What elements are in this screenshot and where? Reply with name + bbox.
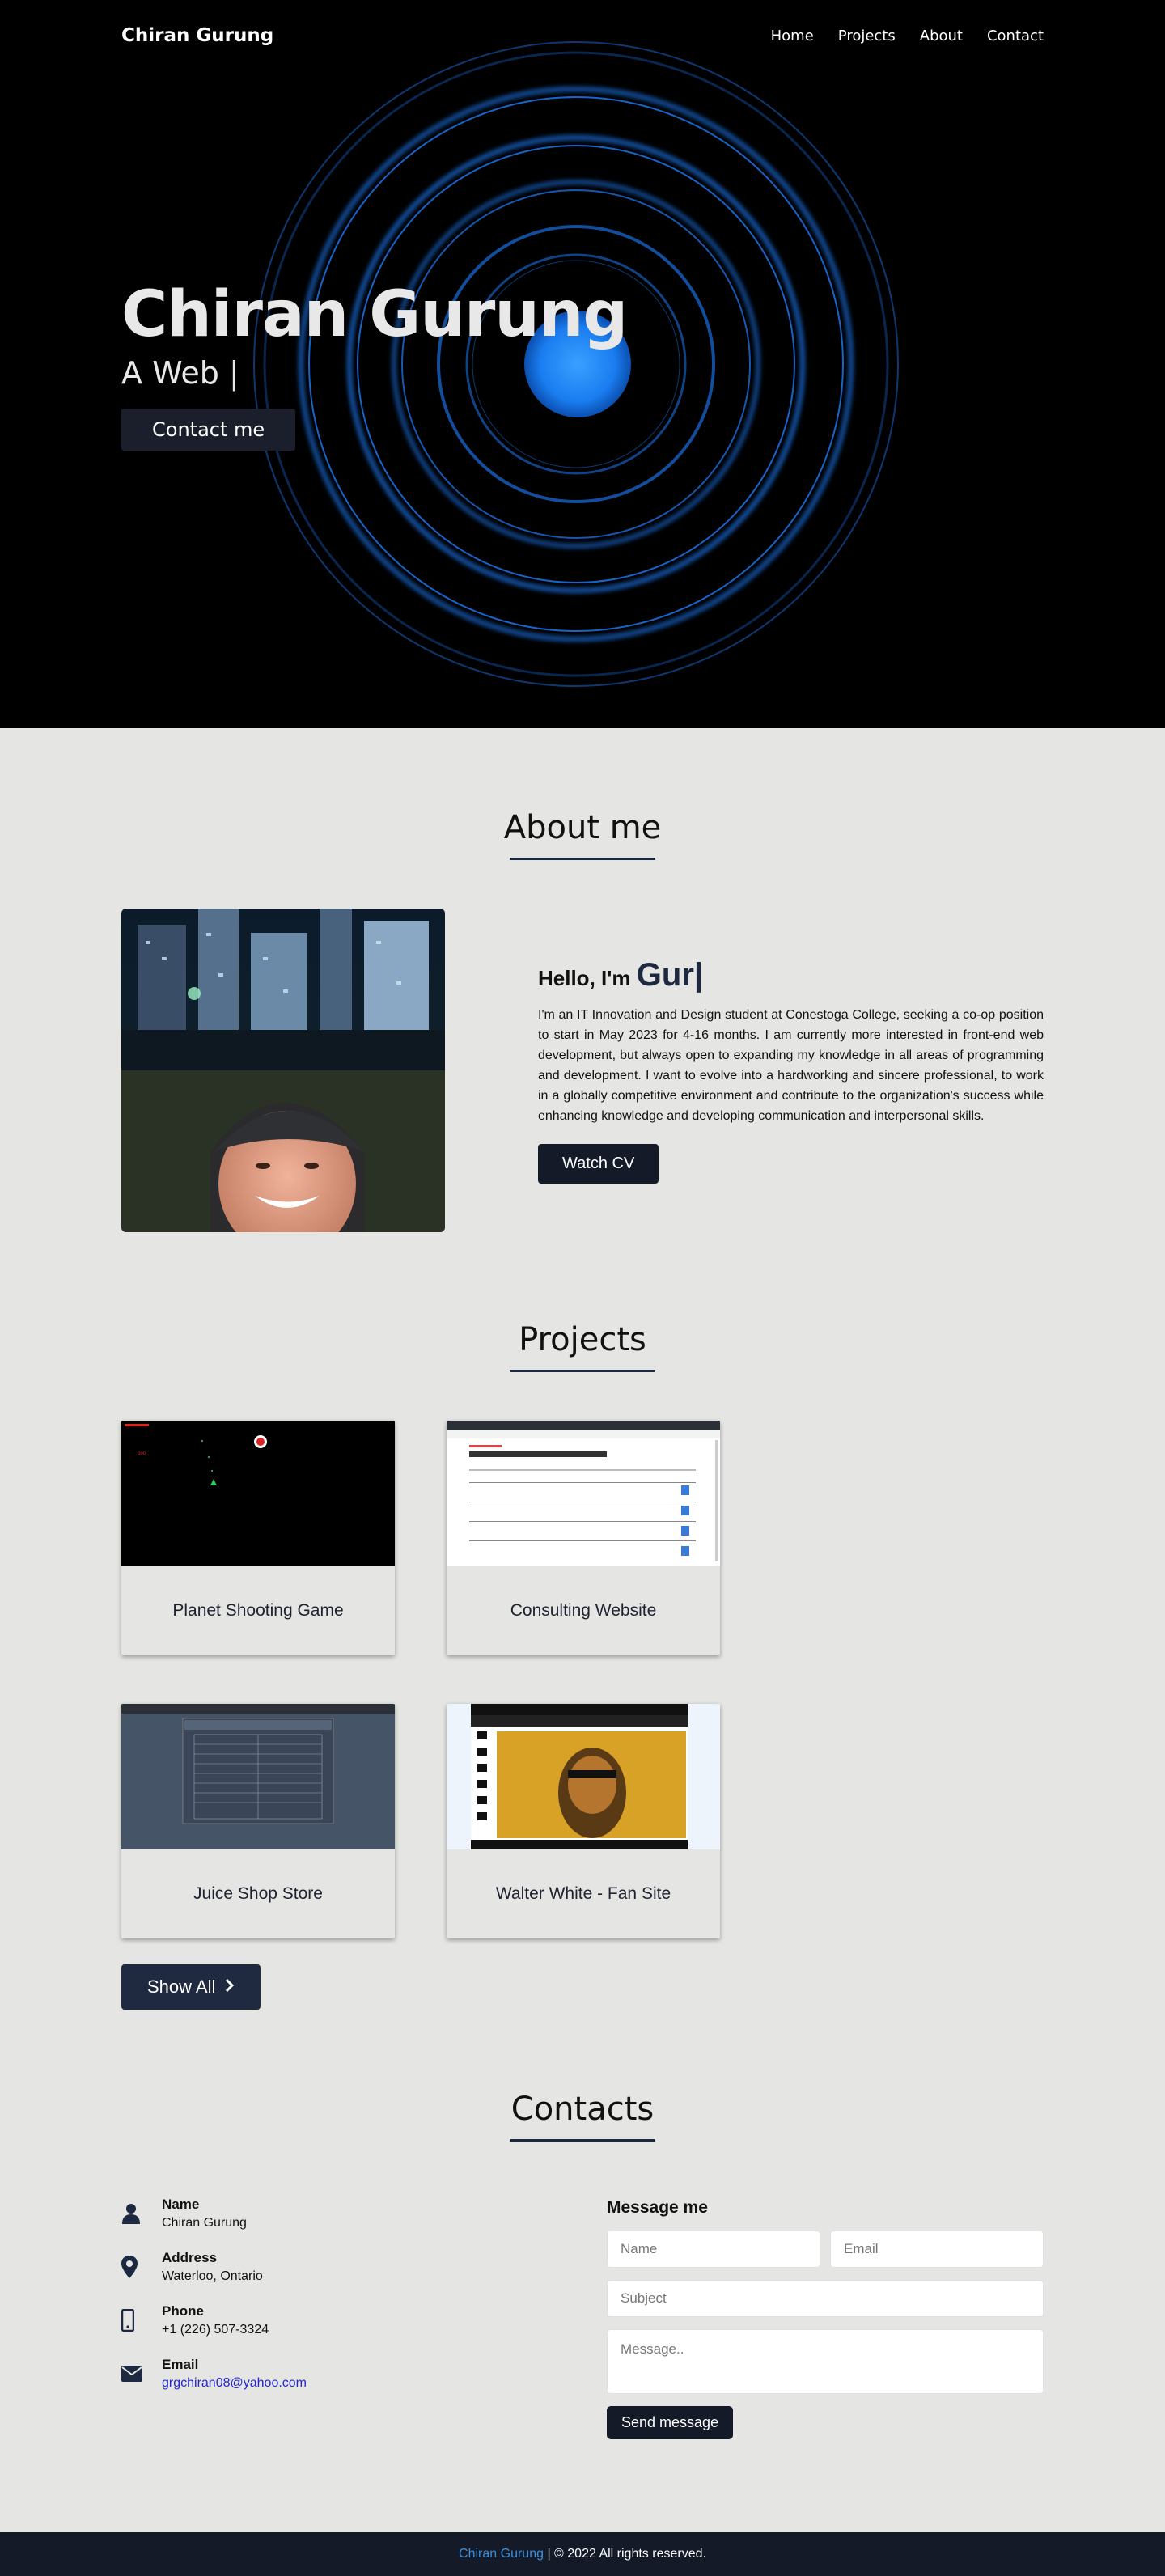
contact-value: Waterloo, Ontario: [162, 2269, 263, 2283]
contact-value: Chiran Gurung: [162, 2216, 247, 2230]
form-heading: Message me: [607, 2198, 708, 2217]
chevron-right-icon: [225, 1976, 235, 1998]
hero-title: Chiran Gurung: [121, 278, 628, 351]
contacts-title: Contacts: [510, 2091, 655, 2128]
project-card[interactable]: Walter White - Fan Site: [447, 1704, 720, 1938]
project-cards: ooo Planet Shooting Game Consulting Webs…: [121, 1421, 1044, 1938]
subject-input[interactable]: Subject: [607, 2280, 1044, 2317]
email-input[interactable]: Email: [830, 2231, 1044, 2268]
hero-subtitle: A Web |: [121, 355, 239, 391]
hello-heading: Hello, I'm Gur|: [538, 957, 1044, 994]
message-form: Message me Name Email Subject Message.. …: [607, 2198, 1044, 2439]
project-title: Consulting Website: [510, 1601, 657, 1620]
contact-item-name: Name Chiran Gurung: [121, 2197, 607, 2230]
hello-typed-name: Gur|: [636, 957, 704, 993]
nav-link-projects[interactable]: Projects: [838, 28, 896, 44]
contact-item-address: Address Waterloo, Ontario: [121, 2250, 607, 2283]
contact-info: Name Chiran Gurung Address Waterloo, Ont…: [121, 2197, 607, 2439]
nav-link-contact[interactable]: Contact: [987, 28, 1044, 44]
projects-title: Projects: [519, 1321, 646, 1358]
contact-label: Phone: [162, 2303, 204, 2319]
project-title: Walter White - Fan Site: [495, 1884, 671, 1903]
project-thumbnail: ooo: [121, 1421, 395, 1566]
hello-prefix: Hello, I'm: [538, 966, 631, 990]
contact-item-phone: Phone +1 (226) 507-3324: [121, 2303, 607, 2337]
contacts-section: Contacts Name Chiran Gurung Address Wate…: [0, 2010, 1165, 2439]
nav-links: Home Projects About Contact: [771, 28, 1044, 44]
nav-link-home[interactable]: Home: [771, 28, 814, 44]
phone-icon: [121, 2309, 162, 2332]
project-thumbnail: [447, 1421, 720, 1566]
title-underline: [510, 858, 655, 860]
about-paragraph: I'm an IT Innovation and Design student …: [538, 1008, 1044, 1123]
title-underline: [510, 1370, 655, 1372]
envelope-icon: [121, 2366, 162, 2382]
show-all-button[interactable]: Show All: [121, 1964, 261, 2010]
project-thumbnail: [447, 1704, 720, 1849]
projects-section: Projects ooo Planet Shooting Game Consul…: [0, 1232, 1165, 2010]
message-textarea[interactable]: Message..: [607, 2329, 1044, 2394]
project-card[interactable]: Juice Shop Store: [121, 1704, 395, 1938]
footer-name-link[interactable]: Chiran Gurung: [459, 2547, 544, 2561]
hero-text: Chiran Gurung A Web | Contact me: [121, 278, 628, 451]
profile-photo: [121, 909, 445, 1232]
contact-label: Name: [162, 2197, 200, 2212]
project-title: Juice Shop Store: [193, 1884, 323, 1903]
top-navbar: Chiran Gurung Home Projects About Contac…: [0, 0, 1165, 71]
project-card[interactable]: ooo Planet Shooting Game: [121, 1421, 395, 1655]
about-title: About me: [503, 809, 662, 846]
send-message-button[interactable]: Send message: [607, 2406, 734, 2439]
about-section: About me Hello, I'm Gur| I'm an IT Innov…: [0, 728, 1165, 1232]
contact-me-button[interactable]: Contact me: [121, 409, 296, 451]
show-all-label: Show All: [147, 1976, 216, 1997]
user-icon: [121, 2203, 162, 2224]
project-card[interactable]: Consulting Website: [447, 1421, 720, 1655]
nav-link-about[interactable]: About: [920, 28, 963, 44]
watch-cv-button[interactable]: Watch CV: [538, 1144, 659, 1184]
contact-label: Address: [162, 2250, 218, 2265]
contact-item-email: Email grgchiran08@yahoo.com: [121, 2357, 607, 2391]
email-link[interactable]: grgchiran08@yahoo.com: [162, 2376, 307, 2391]
title-underline: [510, 2139, 655, 2142]
contact-label: Email: [162, 2357, 199, 2372]
project-thumbnail: [121, 1704, 395, 1849]
brand-logo[interactable]: Chiran Gurung: [121, 25, 273, 46]
hero-section: Chiran Gurung Home Projects About Contac…: [0, 0, 1165, 728]
footer: Chiran Gurung | © 2022 All rights reserv…: [0, 2532, 1165, 2576]
footer-copyright: | © 2022 All rights reserved.: [544, 2547, 706, 2561]
contact-value: +1 (226) 507-3324: [162, 2323, 269, 2337]
project-title: Planet Shooting Game: [172, 1601, 344, 1620]
about-text: Hello, I'm Gur| I'm an IT Innovation and…: [538, 957, 1044, 1184]
map-pin-icon: [121, 2256, 162, 2278]
name-input[interactable]: Name: [607, 2231, 820, 2268]
svg-text:ooo: ooo: [138, 1451, 146, 1456]
